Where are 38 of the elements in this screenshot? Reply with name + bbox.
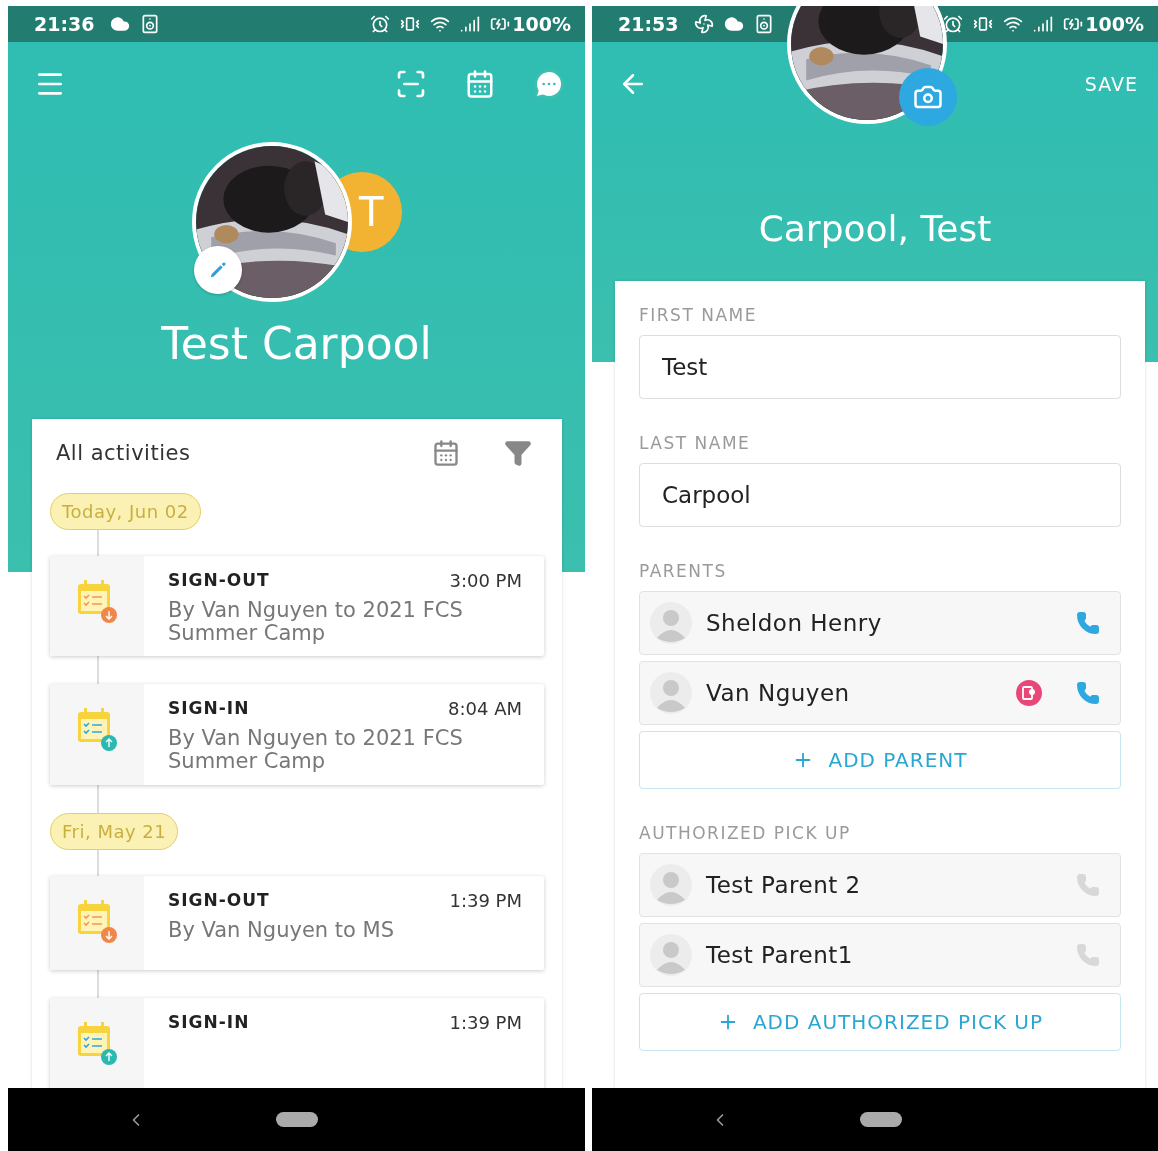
profile-name: Test Carpool — [160, 318, 433, 369]
section-label: AUTHORIZED PICK UP — [639, 823, 852, 843]
activity-description: By Van Nguyen to MS — [168, 918, 395, 942]
activity-item[interactable]: SIGN-IN 8:04 AM By Van Nguyen to 2021 FCS Summer Camp — [50, 684, 544, 785]
person-row[interactable]: Van Nguyen — [639, 661, 1121, 725]
date-tag: Fri, May 21 — [50, 812, 179, 850]
battery-level: 100% — [512, 13, 571, 35]
status-time: 21:53 — [618, 13, 679, 35]
text-field[interactable]: Carpool — [639, 463, 1121, 527]
activity-type: SIGN-OUT — [168, 889, 270, 911]
activity-item[interactable]: SIGN-IN 1:39 PM — [50, 997, 544, 1088]
activity-type: SIGN-OUT — [168, 570, 270, 591]
activities-title: All activities — [56, 441, 192, 465]
activity-type: SIGN-IN — [168, 1011, 250, 1033]
activity-time: 1:39 PM — [449, 1011, 522, 1033]
activity-time: 3:00 PM — [449, 570, 522, 591]
activity-time: 1:39 PM — [449, 889, 522, 911]
activity-description: By Van Nguyen to 2021 FCS Summer Camp — [168, 727, 464, 773]
person-row[interactable]: Test Parent1 — [639, 923, 1121, 987]
activity-time: 8:04 AM — [448, 698, 522, 720]
profile-name: Carpool, Test — [757, 208, 993, 249]
field-label: LAST NAME — [639, 433, 752, 453]
person-row[interactable]: Sheldon Henry — [639, 591, 1121, 655]
activity-description: By Van Nguyen to 2021 FCS Summer Camp — [168, 599, 464, 645]
activity-type: SIGN-IN — [168, 698, 250, 720]
person-row[interactable]: Test Parent 2 — [639, 853, 1121, 917]
person-name: Sheldon Henry — [706, 610, 883, 636]
activity-item[interactable]: SIGN-OUT 1:39 PM By Van Nguyen to MS — [50, 875, 544, 970]
person-name: Van Nguyen — [706, 680, 851, 706]
status-time: 21:36 — [34, 13, 95, 35]
date-tag: Today, Jun 02 — [50, 493, 201, 530]
section-label: PARENTS — [639, 561, 728, 581]
person-name: Test Parent1 — [706, 942, 854, 968]
text-field[interactable]: Test — [639, 335, 1121, 399]
field-label: FIRST NAME — [639, 305, 758, 325]
person-name: Test Parent 2 — [706, 872, 862, 898]
activity-item[interactable]: SIGN-OUT 3:00 PM By Van Nguyen to 2021 FCS Summer Camp — [50, 556, 544, 657]
battery-level: 100% — [1085, 13, 1144, 35]
